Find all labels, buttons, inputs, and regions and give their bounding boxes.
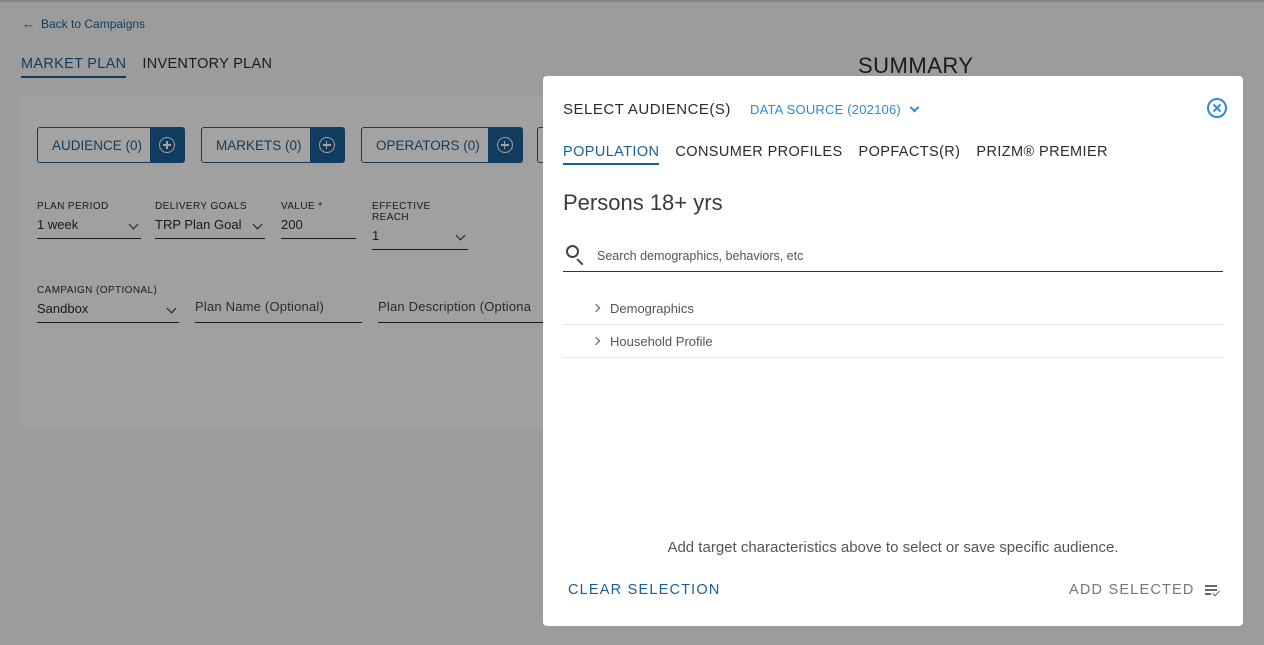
search-bar — [563, 241, 1223, 272]
tab-prizm-premier[interactable]: PRIZM® PREMIER — [976, 144, 1107, 165]
tree-item-label: Household Profile — [610, 333, 713, 349]
playlist-add-check-icon — [1204, 584, 1223, 597]
tab-population[interactable]: POPULATION — [563, 144, 660, 165]
tree-item-label: Demographics — [610, 300, 694, 316]
search-icon — [566, 245, 588, 267]
tree-item-household-profile[interactable]: Household Profile — [563, 325, 1223, 358]
select-audience-modal: SELECT AUDIENCE(S) DATA SOURCE (202106) … — [543, 76, 1243, 626]
clear-selection-button[interactable]: CLEAR SELECTION — [568, 582, 721, 598]
tree-item-demographics[interactable]: Demographics — [563, 292, 1223, 325]
modal-title: SELECT AUDIENCE(S) — [563, 101, 731, 118]
add-selected-label: ADD SELECTED — [1069, 582, 1195, 598]
chevron-down-icon — [909, 102, 920, 113]
tab-consumer-profiles[interactable]: CONSUMER PROFILES — [675, 144, 842, 165]
selection-hint: Add target characteristics above to sele… — [667, 539, 1119, 556]
data-source-label: DATA SOURCE (202106) — [750, 102, 901, 117]
search-input[interactable] — [597, 249, 1197, 263]
close-icon[interactable] — [1207, 98, 1227, 118]
add-selected-button[interactable]: ADD SELECTED — [1069, 582, 1223, 598]
tab-popfacts[interactable]: POPFACTS(R) — [859, 144, 961, 165]
chevron-right-icon — [591, 336, 601, 346]
audience-heading: Persons 18+ yrs — [563, 190, 723, 215]
chevron-right-icon — [591, 303, 601, 313]
category-tree: Demographics Household Profile — [563, 292, 1223, 358]
data-source-dropdown[interactable]: DATA SOURCE (202106) — [750, 102, 920, 117]
audience-tabs: POPULATION CONSUMER PROFILES POPFACTS(R)… — [563, 144, 1108, 165]
